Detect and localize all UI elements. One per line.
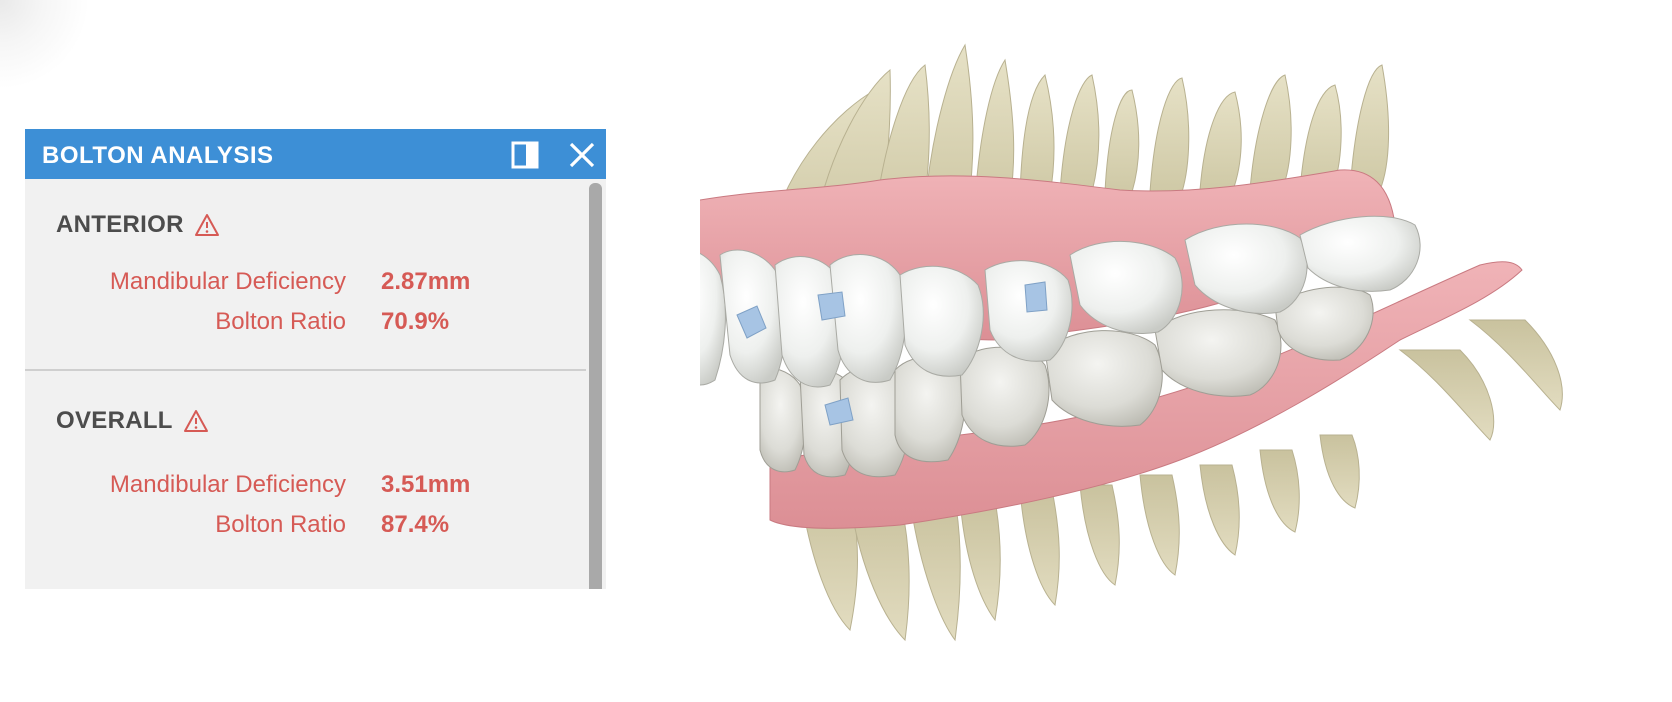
overall-bolton-ratio-value: 87.4% <box>381 511 450 538</box>
overall-bolton-ratio-label: Bolton Ratio <box>215 511 346 538</box>
warning-icon <box>194 214 219 236</box>
scrollbar-thumb[interactable] <box>589 183 602 589</box>
close-button[interactable] <box>566 139 598 171</box>
dental-model-3d-view[interactable] <box>700 20 1672 702</box>
anterior-bolton-ratio-value: 70.9% <box>381 308 450 335</box>
overall-mandibular-deficiency-value: 3.51mm <box>381 471 471 498</box>
anterior-bolton-ratio-label: Bolton Ratio <box>215 308 346 335</box>
corner-shadow <box>0 0 90 90</box>
section-title-anterior: ANTERIOR <box>56 211 220 239</box>
anterior-title: ANTERIOR <box>56 211 184 238</box>
panel-body: ANTERIOR Mandibular Deficiency 2.87mm Bo… <box>25 179 586 589</box>
anterior-mandibular-deficiency-value: 2.87mm <box>381 268 471 295</box>
bolton-analysis-panel: BOLTON ANALYSIS ANTERIOR Mandibular Defi… <box>25 129 606 589</box>
close-icon <box>569 142 595 168</box>
panel-header[interactable]: BOLTON ANALYSIS <box>25 129 606 179</box>
dock-panel-icon <box>511 141 539 169</box>
warning-icon <box>183 410 208 432</box>
panel-scrollbar[interactable] <box>589 183 602 589</box>
overall-section: OVERALL Mandibular Deficiency 3.51mm Bol… <box>25 371 586 571</box>
anterior-mandibular-deficiency-label: Mandibular Deficiency <box>109 268 346 295</box>
overall-title: OVERALL <box>56 407 173 434</box>
panel-title: BOLTON ANALYSIS <box>42 142 274 169</box>
section-title-overall: OVERALL <box>56 407 209 435</box>
dock-panel-button[interactable] <box>509 139 541 171</box>
overall-mandibular-deficiency-label: Mandibular Deficiency <box>109 471 346 498</box>
anterior-section: ANTERIOR Mandibular Deficiency 2.87mm Bo… <box>25 179 586 369</box>
